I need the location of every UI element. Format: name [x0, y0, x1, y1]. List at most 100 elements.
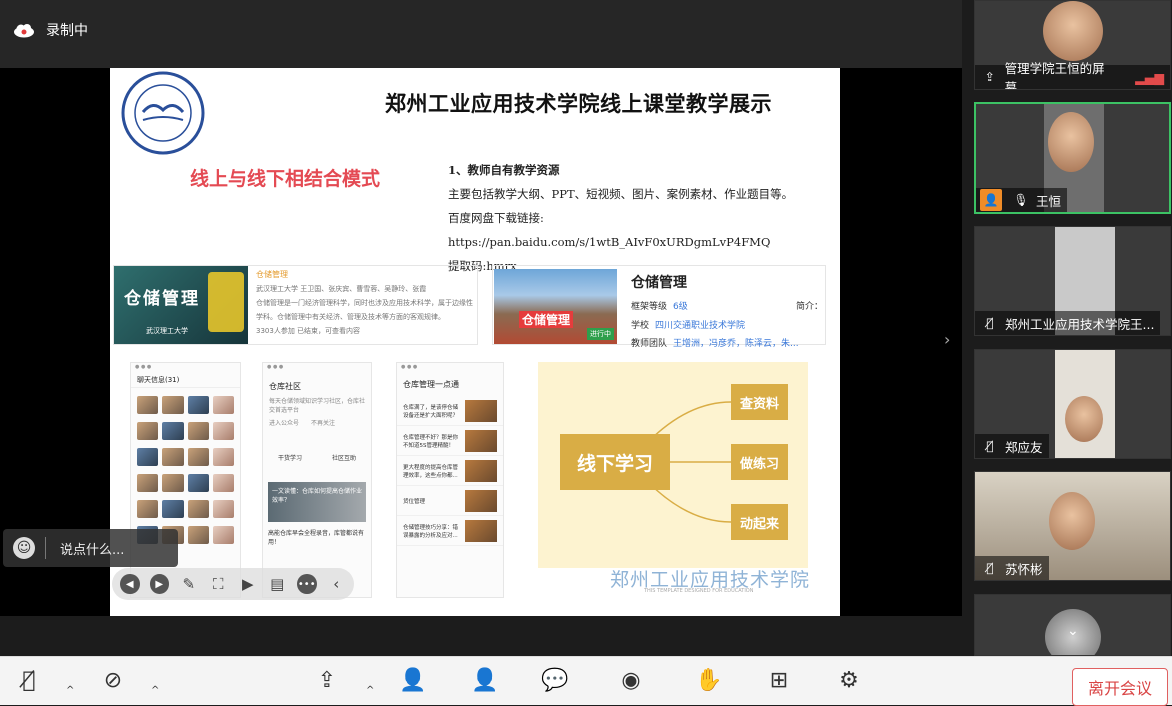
divider: [45, 537, 46, 559]
hand-icon: ✋: [695, 667, 723, 693]
chat-bubble-icon[interactable]: ▤: [268, 574, 288, 594]
participant-name: 郑应友: [1005, 439, 1043, 455]
mindmap: 线下学习 查资料 做练习 动起来: [538, 362, 808, 568]
apps-icon: ⊞: [769, 667, 789, 693]
video-off-icon: ⊘: [103, 667, 123, 693]
invite-button[interactable]: 👤: [398, 665, 428, 695]
article-thumb: [465, 489, 497, 512]
prev-icon[interactable]: ◀: [120, 574, 140, 594]
course-card-sichuan: 仓储管理 进行中 仓储管理 框架等级 6级 简介： 学校 四川交通职业技术学院 教师…: [492, 265, 826, 349]
community-header: 仓库社区 每天仓储领域知识学习社区，仓库社交首选平台 进入公众号 不再关注: [263, 373, 371, 435]
signal-icon: ▂▄▆: [1135, 69, 1164, 85]
resources-block: 1、教师自有教学资源 主要包括教学大纲、PPT、短视频、图片、案例素材、作业题目…: [448, 158, 840, 278]
camera-icon[interactable]: ▶: [238, 574, 258, 594]
next-icon[interactable]: ▶: [149, 574, 169, 594]
participant-name-bar: 🎙̸ 郑应友: [975, 434, 1049, 458]
apps-button[interactable]: ⊞: [764, 665, 794, 695]
user-icon: 👤: [980, 189, 1002, 211]
participant-tile[interactable]: ⌄: [974, 594, 1171, 656]
course-level: 框架等级 6级: [631, 299, 688, 312]
video-button[interactable]: ⊘: [98, 665, 128, 695]
participant-tile[interactable]: 🎙̸ 郑应友: [974, 349, 1171, 459]
add-user-icon: 👤: [399, 667, 427, 693]
mute-button[interactable]: 🎙̸: [14, 665, 44, 695]
chat-button[interactable]: 💬: [540, 665, 570, 695]
chevron-up-icon[interactable]: ^: [366, 685, 374, 696]
share-screen-button[interactable]: ⇪: [312, 665, 342, 695]
mic-muted-icon: 🎙̸: [986, 316, 994, 330]
meeting-toolbar: 🎙̸ ^ ⊘ ^ ⇪ ^ 👤 👤 💬 ◉ ✋ ⊞ ⚙ 离开会议: [0, 656, 1172, 706]
phone-community-screenshot: ● ● ● 仓库社区 每天仓储领域知识学习社区，仓库社交首选平台 进入公众号 不…: [262, 362, 372, 598]
mindmap-node-action: 动起来: [731, 504, 788, 540]
resources-heading: 1、教师自有教学资源: [448, 163, 560, 177]
course-info: 仓储管理 武汉理工大学 王卫国、张庆宾、曹雪蓉、吴静玲、张霞 仓储管理是一门经济…: [256, 268, 476, 338]
thumbnail-text: 仓储管理: [519, 311, 574, 328]
chat-header: 聊天信息(31): [131, 373, 240, 388]
mindmap-node-research: 查资料: [731, 384, 788, 420]
raise-hand-button[interactable]: ✋: [694, 665, 724, 695]
screenshot-icon[interactable]: ⛶: [209, 574, 229, 594]
team-value: 王增洲，冯彦乔，陈泽云，朱...: [673, 339, 799, 349]
article-thumb: [465, 429, 497, 452]
participant-tile[interactable]: ⇪ 管理学院王恒的屏幕... ▂▄▆: [974, 0, 1171, 90]
emoji-icon[interactable]: ☺: [13, 537, 35, 559]
tab-help: 社区互助: [331, 455, 356, 462]
recording-label: 录制中: [46, 23, 88, 39]
follow-link: 进入公众号: [269, 420, 300, 427]
more-icon[interactable]: •••: [297, 574, 317, 594]
school-value: 四川交通职业技术学院: [655, 321, 746, 331]
course-card-wuhan: 仓储管理 武汉理工大学 仓储管理 武汉理工大学 王卫国、张庆宾、曹雪蓉、吴静玲、…: [113, 265, 478, 345]
settings-button[interactable]: ⚙: [834, 665, 864, 695]
participant-tile[interactable]: 👤 🎙 王恒: [974, 102, 1171, 214]
comment-input[interactable]: ☺ 说点什么...: [3, 529, 178, 567]
user-icon: 👤: [471, 667, 499, 693]
mode-heading: 线上与线下相结合模式: [190, 168, 381, 190]
community-desc: 每天仓储领域知识学习社区，仓库社交首选平台: [269, 398, 366, 414]
chevron-right-icon[interactable]: ›: [944, 330, 950, 349]
comment-placeholder: 说点什么...: [60, 542, 125, 558]
annotation-toolbar: ◀ ▶ ✎ ⛶ ▶ ▤ ••• ‹: [112, 568, 354, 600]
course-authors: 武汉理工大学 王卫国、张庆宾、曹雪蓉、吴静玲、张霞: [256, 285, 427, 293]
course-school: 学校 四川交通职业技术学院: [631, 318, 745, 331]
article-text: 货位管理: [403, 498, 426, 505]
record-button[interactable]: ◉: [616, 665, 646, 695]
chevron-down-icon[interactable]: ⌄: [1067, 623, 1079, 639]
chevron-up-icon[interactable]: ^: [151, 685, 159, 696]
articles-title: 仓库管理一点通: [403, 380, 459, 389]
phone-status: ● ● ●: [135, 364, 152, 370]
course-desc: 仓储管理是一门经济管理科学，同时也涉及应用技术科学，属于边缘性学科。仓储管理中有…: [256, 299, 473, 321]
participant-tile[interactable]: 🎙̸ 郑州工业应用技术学院王...: [974, 226, 1171, 336]
course-team: 教师团队 王增洲，冯彦乔，陈泽云，朱...: [631, 336, 799, 349]
leave-meeting-button[interactable]: 离开会议: [1072, 668, 1168, 706]
participant-video: [1043, 1, 1103, 61]
collapse-icon[interactable]: ‹: [327, 574, 347, 594]
recording-indicator[interactable]: 录制中: [12, 20, 88, 40]
article-text: 仓库管理不好？那是你不知道5S管理精髓！: [403, 434, 459, 449]
cloud-recording-icon: [14, 24, 34, 38]
article-row: 仓库管理不好？那是你不知道5S管理精髓！: [397, 426, 503, 456]
status-badge: 进行中: [587, 328, 614, 340]
article-row: 仓库满了，是该停仓储设备还是扩大面积呢？: [397, 396, 503, 426]
participant-tile[interactable]: 🎙̸ 苏怀彬: [974, 471, 1171, 581]
forklift-graphic: [208, 272, 244, 332]
phone-status: ● ● ●: [267, 364, 284, 370]
resources-line: 主要包括教学大纲、PPT、短视频、图片、案例素材、作业题目等。: [448, 187, 794, 201]
article-row: 更大程度的提高仓库管理效率，这些点你都...: [397, 456, 503, 486]
pen-icon[interactable]: ✎: [179, 574, 199, 594]
course-thumbnail: 仓储管理 武汉理工大学: [114, 266, 248, 344]
intro-label: 简介：: [795, 302, 823, 312]
community-title: 仓库社区: [269, 382, 301, 391]
participant-name-bar: 🎙̸ 郑州工业应用技术学院王...: [975, 311, 1161, 335]
participant-panel: ⇪ 管理学院王恒的屏幕... ▂▄▆ 👤 🎙 王恒 🎙̸ 郑州工业应用技术学院王…: [962, 0, 1172, 660]
participants-button[interactable]: 👤: [470, 665, 500, 695]
participant-name-bar: ⇪ 管理学院王恒的屏幕... ▂▄▆: [975, 61, 1170, 89]
chevron-up-icon[interactable]: ^: [66, 685, 74, 696]
article-banner: 一文读懂：仓库如何提高仓储作业效率？: [268, 482, 366, 522]
share-screen-icon: ⇪: [317, 667, 337, 693]
participant-face: [1049, 492, 1095, 550]
course-meta: 3303人参加 已结束，可查看内容: [256, 327, 361, 335]
mic-muted-icon: 🎙̸: [22, 667, 36, 693]
tab-study: 干货学习: [277, 455, 302, 462]
slide-title: 郑州工业应用技术学院线上课堂教学展示: [385, 92, 772, 116]
article-thumb: [465, 459, 497, 482]
